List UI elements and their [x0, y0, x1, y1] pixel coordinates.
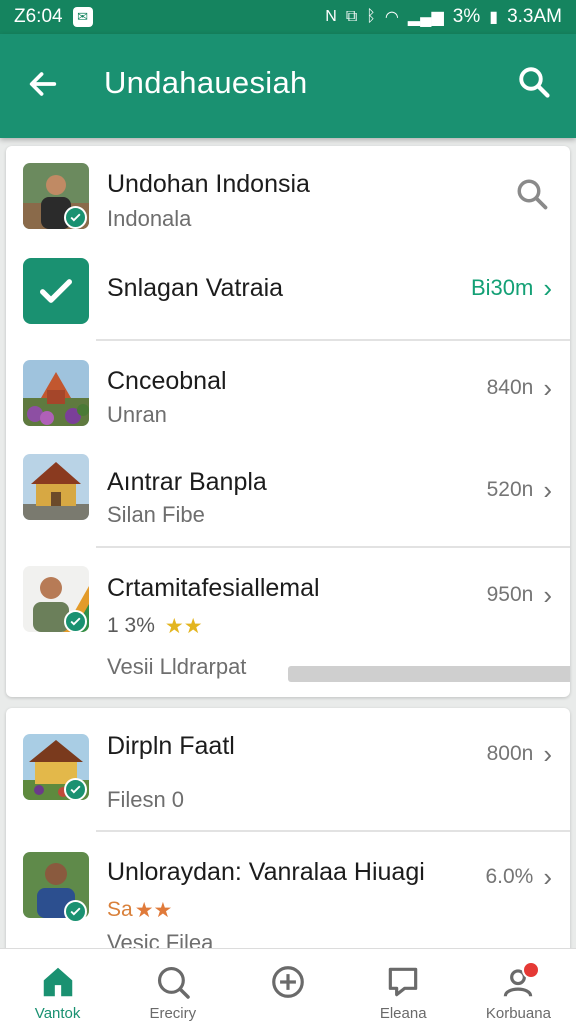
nav-item-add[interactable] — [230, 949, 345, 1024]
add-circle-icon — [272, 966, 304, 998]
list-item-subtitle: Vesii Lldrarpat — [107, 654, 247, 679]
notification-badge — [521, 961, 540, 979]
chevron-right-icon: › — [543, 475, 552, 505]
status-clock: 3.3AM — [507, 6, 562, 27]
back-arrow-icon[interactable] — [26, 67, 60, 101]
status-time: Z6:04 — [14, 6, 63, 27]
selected-list-item[interactable]: Snlagan Vatraia Bi30m › — [6, 246, 570, 340]
chevron-right-icon: › — [543, 373, 552, 403]
chat-bubble-icon — [388, 967, 418, 997]
nav-label: Vantok — [34, 1005, 81, 1022]
list-item-title: Crtamitafesiallemal — [107, 574, 320, 602]
bottom-navigation: Vantok Ereciry Eleana Korbuana — [0, 948, 576, 1024]
home-icon — [43, 967, 72, 997]
check-icon — [40, 279, 73, 303]
search-icon — [157, 966, 190, 999]
list-item[interactable]: Unloraydan: Vanralaa Hiuagi Sa ★★ Vesic … — [6, 832, 570, 958]
selected-item-meta: Bi30m › — [471, 275, 552, 301]
star-icon: ★★ — [134, 899, 173, 922]
rating: 1 3% ★★ — [107, 614, 203, 639]
list-item[interactable]: Aıntrar Banpla Silan Fibe 520n › — [6, 442, 570, 546]
nav-item-home[interactable]: Vantok — [0, 949, 115, 1024]
notification-icon: ✉ — [72, 7, 93, 27]
chevron-right-icon: › — [543, 273, 552, 303]
app-bar: Undahauesiah — [0, 34, 576, 138]
list-item-title: Aıntrar Banpla — [107, 468, 267, 496]
selected-item-title: Snlagan Vatraia — [107, 274, 284, 302]
chevron-right-icon: › — [543, 580, 552, 610]
list-item[interactable]: Dirpln Faatl Filesn 0 800n › — [6, 708, 570, 830]
thumbnail-image — [23, 360, 89, 426]
list-item-subtitle: Silan Fibe — [107, 502, 205, 527]
list-item[interactable]: Cnceobnal Unran 840n › — [6, 342, 570, 442]
checkbox-checked[interactable] — [23, 258, 89, 324]
status-bar: Z6:04 ✉ N ⧉ ᛒ ◠ ▂▄▆ 3% ▮ 3.3AM — [0, 0, 576, 34]
nav-label: Korbuana — [485, 1005, 551, 1022]
data-icon: ⧉ — [345, 8, 358, 25]
battery-icon: ▮ — [489, 9, 499, 26]
thumbnail-image — [23, 454, 89, 520]
nav-item-messages[interactable]: Eleana — [346, 949, 461, 1024]
list-item-meta: 950n › — [487, 582, 552, 608]
signal-icon: ▂▄▆ — [407, 9, 444, 26]
nav-label: Ereciry — [149, 1005, 197, 1022]
list-card: Dirpln Faatl Filesn 0 800n › Unloraydan:… — [6, 708, 570, 958]
verified-check-icon — [64, 900, 87, 923]
rating-value: Sa — [107, 898, 133, 921]
battery-percent: 3% — [452, 6, 481, 27]
header-item-title: Undohan Indonsia — [107, 170, 310, 198]
list-item-title: Cnceobnal — [107, 367, 227, 395]
page-title: Undahauesiah — [104, 65, 308, 100]
selected-item-value: Bi30m — [470, 275, 534, 300]
verified-check-icon — [64, 778, 87, 801]
list-card: Undohan Indonsia Indonala Snlagan Vatrai… — [6, 146, 570, 697]
list-item-title: Dirpln Faatl — [107, 732, 235, 760]
list-item-value: 950n — [486, 583, 534, 606]
nfc-icon: N — [325, 8, 337, 25]
wifi-icon: ◠ — [384, 9, 399, 26]
list-item-meta: 6.0% › — [485, 864, 552, 890]
list-item-meta: 840n › — [487, 375, 552, 401]
star-icon: ★★ — [164, 615, 203, 638]
nav-item-search[interactable]: Ereciry — [115, 949, 230, 1024]
progress-bar — [288, 666, 570, 682]
divider — [96, 339, 570, 341]
chevron-right-icon: › — [543, 739, 552, 769]
chevron-right-icon: › — [543, 862, 552, 892]
header-item-subtitle: Indonala — [107, 206, 192, 231]
bluetooth-icon: ᛒ — [366, 8, 376, 25]
list-item-value: 6.0% — [485, 865, 534, 888]
rating-value: 1 3% — [107, 614, 155, 637]
list-item-value: 800n — [486, 742, 534, 765]
list-item-title: Unloraydan: Vanralaa Hiuagi — [107, 858, 425, 886]
nav-item-profile[interactable]: Korbuana — [461, 949, 576, 1024]
header-list-item[interactable]: Undohan Indonsia Indonala — [6, 146, 570, 246]
list-item-subtitle: Filesn 0 — [107, 787, 185, 812]
list-item-meta: 520n › — [487, 477, 552, 503]
verified-check-icon — [64, 610, 87, 633]
list-item-meta: 800n › — [487, 741, 552, 767]
list-item-subtitle: Unran — [107, 402, 167, 427]
search-icon[interactable] — [514, 176, 550, 212]
list-item-value: 840n — [486, 376, 534, 399]
list-item-value: 520n — [486, 478, 534, 501]
rating: Sa ★★ — [107, 898, 172, 923]
nav-label: Eleana — [379, 1005, 427, 1022]
list-item[interactable]: Crtamitafesiallemal 1 3% ★★ Vesii Lldrar… — [6, 548, 570, 697]
search-icon[interactable] — [516, 64, 552, 100]
verified-check-icon — [64, 206, 87, 229]
